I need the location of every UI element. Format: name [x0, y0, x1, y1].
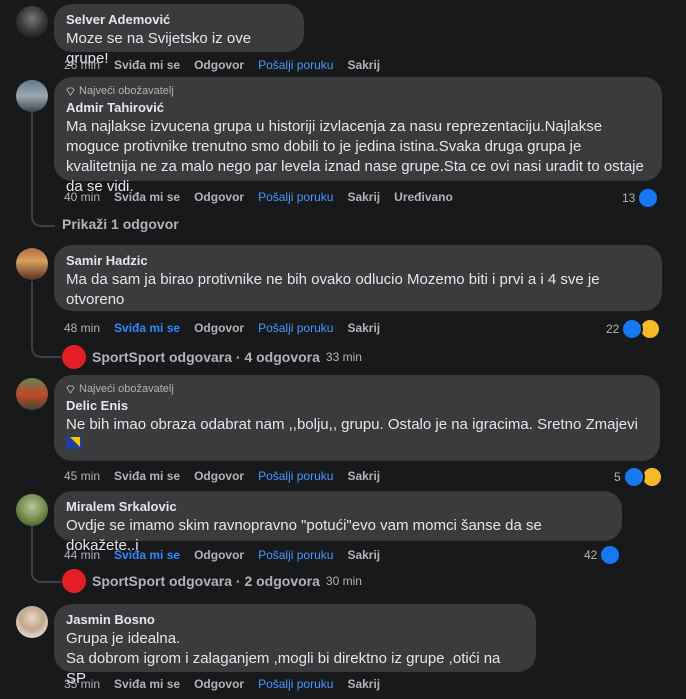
hide-button[interactable]: Sakrij	[347, 190, 380, 204]
like-button[interactable]: Sviđa mi se	[114, 321, 180, 335]
like-reaction-icon	[637, 187, 660, 209]
comment-author[interactable]: Selver Ademović	[66, 12, 292, 27]
send-message-button[interactable]: Pošalji poruku	[258, 469, 333, 483]
thread-line	[31, 112, 55, 227]
hide-button[interactable]: Sakrij	[347, 469, 380, 483]
reply-button[interactable]: Odgovor	[194, 58, 244, 72]
comment-bubble: Samir Hadzic Ma da sam ja birao protivni…	[54, 245, 662, 311]
reaction-count: 13	[622, 191, 636, 205]
send-message-button[interactable]: Pošalji poruku	[258, 321, 333, 335]
comment-actions: 48 min Sviđa mi se Odgovor Pošalji poruk…	[64, 321, 380, 335]
top-fan-badge: Najveći obožavatelj	[66, 383, 648, 395]
comment-time[interactable]: 26 min	[64, 58, 100, 72]
thread-line	[31, 526, 61, 583]
badge-label: Najveći obožavatelj	[79, 85, 174, 97]
diamond-icon	[66, 86, 75, 96]
reaction-count: 22	[606, 322, 620, 336]
page-reply-row[interactable]: SportSport odgovara · 2 odgovora 30 min	[62, 569, 362, 593]
reply-button[interactable]: Odgovor	[194, 190, 244, 204]
diamond-icon	[66, 384, 75, 394]
reactions[interactable]: 22	[606, 318, 662, 340]
reply-button[interactable]: Odgovor	[194, 548, 244, 562]
avatar[interactable]	[16, 606, 48, 638]
reactions[interactable]: 13	[622, 187, 660, 209]
comment-time[interactable]: 35 min	[64, 677, 100, 691]
like-reaction-icon	[621, 318, 644, 340]
comment-bubble: Najveći obožavatelj Admir Tahirović Ma n…	[54, 77, 662, 195]
comment-author[interactable]: Admir Tahirović	[66, 100, 650, 115]
comment-bubble: Jasmin Bosno Grupa je idealna. Sa dobrom…	[54, 604, 536, 687]
comment-actions: 45 min Sviđa mi se Odgovor Pošalji poruk…	[64, 469, 380, 483]
page-reply-label[interactable]: SportSport odgovara · 4 odgovora	[92, 349, 320, 365]
page-reply-time: 30 min	[325, 574, 362, 588]
like-button[interactable]: Sviđa mi se	[114, 469, 180, 483]
bosnia-flag-icon	[66, 437, 82, 449]
comment-actions: 40 min Sviđa mi se Odgovor Pošalji poruk…	[64, 190, 453, 204]
comment-time[interactable]: 45 min	[64, 469, 100, 483]
hide-button[interactable]: Sakrij	[347, 548, 380, 562]
reactions[interactable]: 42	[584, 544, 622, 566]
page-reply-time: 33 min	[325, 350, 362, 364]
badge-label: Najveći obožavatelj	[79, 383, 174, 395]
avatar[interactable]	[16, 378, 48, 410]
sportsport-logo-icon	[62, 345, 86, 369]
comment-author[interactable]: Miralem Srkalovic	[66, 499, 610, 514]
sportsport-logo-icon	[62, 569, 86, 593]
like-button[interactable]: Sviđa mi se	[114, 677, 180, 691]
comment-time[interactable]: 44 min	[64, 548, 100, 562]
page-reply-label[interactable]: SportSport odgovara · 2 odgovora	[92, 573, 320, 589]
hide-button[interactable]: Sakrij	[347, 321, 380, 335]
reactions[interactable]: 5	[614, 466, 663, 488]
avatar[interactable]	[16, 6, 48, 38]
top-fan-badge: Najveći obožavatelj	[66, 85, 650, 97]
comment-author[interactable]: Delic Enis	[66, 398, 648, 413]
show-replies-label[interactable]: Prikaži 1 odgovor	[62, 216, 179, 232]
comment-bubble: Najveći obožavatelj Delic Enis Ne bih im…	[54, 375, 660, 461]
reply-button[interactable]: Odgovor	[194, 469, 244, 483]
send-message-button[interactable]: Pošalji poruku	[258, 548, 333, 562]
comment-actions: 44 min Sviđa mi se Odgovor Pošalji poruk…	[64, 548, 380, 562]
like-reaction-icon	[622, 466, 645, 488]
comment-text: Ma najlakse izvucena grupa u historiji i…	[66, 118, 649, 195]
like-button[interactable]: Sviđa mi se	[114, 190, 180, 204]
send-message-button[interactable]: Pošalji poruku	[258, 677, 333, 691]
comment-text: Ne bih imao obraza odabrat nam ,,bolju,,…	[66, 416, 638, 433]
avatar[interactable]	[16, 248, 48, 280]
send-message-button[interactable]: Pošalji poruku	[258, 190, 333, 204]
hide-button[interactable]: Sakrij	[347, 677, 380, 691]
comment-author[interactable]: Samir Hadzic	[66, 253, 650, 268]
comment-author[interactable]: Jasmin Bosno	[66, 612, 524, 627]
like-button[interactable]: Sviđa mi se	[114, 58, 180, 72]
comment-bubble: Selver Ademović Moze se na Svijetsko iz …	[54, 4, 304, 67]
comment-time[interactable]: 40 min	[64, 190, 100, 204]
like-reaction-icon	[599, 544, 622, 566]
reaction-count: 42	[584, 548, 598, 562]
comment-text: Ma da sam ja birao protivnike ne bih ova…	[66, 271, 604, 308]
comment-time[interactable]: 48 min	[64, 321, 100, 335]
hide-button[interactable]: Sakrij	[347, 58, 380, 72]
avatar[interactable]	[16, 494, 48, 526]
send-message-button[interactable]: Pošalji poruku	[258, 58, 333, 72]
comment-actions: 35 min Sviđa mi se Odgovor Pošalji poruk…	[64, 677, 380, 691]
reply-button[interactable]: Odgovor	[194, 677, 244, 691]
edited-label[interactable]: Uređivano	[394, 190, 453, 204]
reaction-count: 5	[614, 470, 621, 484]
page-reply-row[interactable]: SportSport odgovara · 4 odgovora 33 min	[62, 345, 362, 369]
like-button[interactable]: Sviđa mi se	[114, 548, 180, 562]
avatar[interactable]	[16, 80, 48, 112]
comment-bubble: Miralem Srkalovic Ovdje se imamo skim ra…	[54, 491, 622, 554]
reply-button[interactable]: Odgovor	[194, 321, 244, 335]
comment-actions: 26 min Sviđa mi se Odgovor Pošalji poruk…	[64, 58, 380, 72]
show-replies[interactable]: Prikaži 1 odgovor	[62, 216, 179, 232]
